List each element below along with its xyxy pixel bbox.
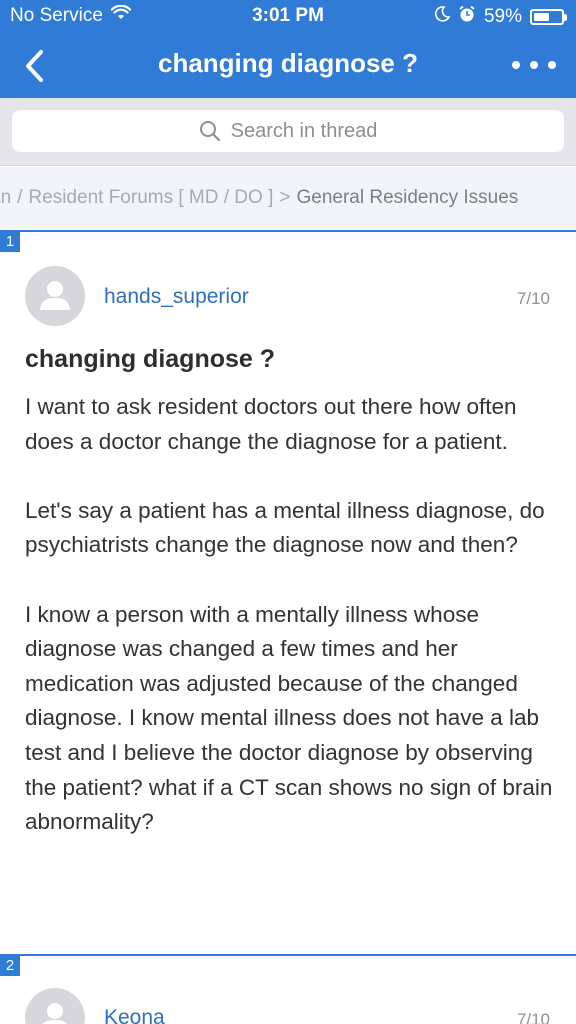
app-header: No Service 3:01 PM 59% changing diagnose… (0, 0, 576, 98)
battery-icon (530, 9, 567, 25)
breadcrumb-item[interactable]: an (0, 187, 11, 209)
alarm-icon (458, 5, 476, 29)
post-number: 2 (0, 956, 20, 976)
post-paragraph: I know a person with a mentally illness … (25, 601, 553, 835)
moon-icon (434, 6, 451, 28)
post-date: 7/10 (516, 1010, 550, 1024)
chevron-left-icon (26, 50, 43, 82)
post-body: I want to ask resident doctors out there… (25, 390, 557, 874)
search-bar: Search in thread (0, 98, 576, 166)
page-title: changing diagnose ? (157, 48, 418, 78)
status-right: 59% (434, 5, 567, 29)
user-icon (40, 281, 70, 310)
breadcrumb-current[interactable]: General Residency Issues (296, 187, 518, 209)
back-button[interactable] (14, 46, 54, 86)
post-paragraph: I want to ask resident doctors out there… (25, 394, 517, 454)
search-input[interactable]: Search in thread (12, 110, 564, 152)
search-placeholder: Search in thread (230, 119, 378, 142)
post-date: 7/10 (516, 289, 550, 308)
breadcrumb-separator: > (279, 187, 291, 208)
more-dot (512, 61, 520, 69)
post-divider (0, 230, 576, 232)
post-paragraph: Let's say a patient has a mental illness… (25, 497, 545, 558)
username[interactable]: Keona (104, 1006, 165, 1024)
battery-percent: 59% (483, 6, 522, 27)
breadcrumb-item[interactable]: Resident Forums [ MD / DO ] (28, 187, 273, 209)
post-divider (0, 954, 576, 956)
user-icon (42, 1003, 68, 1024)
search-icon (199, 121, 220, 142)
post-title: changing diagnose ? (25, 345, 276, 373)
avatar[interactable] (25, 988, 85, 1024)
breadcrumb: an / Resident Forums [ MD / DO ] > Gener… (0, 167, 576, 229)
status-bar: No Service 3:01 PM 59% (0, 0, 576, 32)
battery-level (534, 13, 550, 21)
more-dot (530, 61, 538, 69)
more-options-button[interactable] (512, 50, 556, 80)
post-number: 1 (0, 232, 20, 252)
avatar[interactable] (25, 266, 85, 326)
navigation-bar: changing diagnose ? (0, 32, 576, 98)
breadcrumb-separator: / (17, 187, 23, 208)
more-dot (548, 61, 556, 69)
username[interactable]: hands_superior (104, 285, 249, 309)
